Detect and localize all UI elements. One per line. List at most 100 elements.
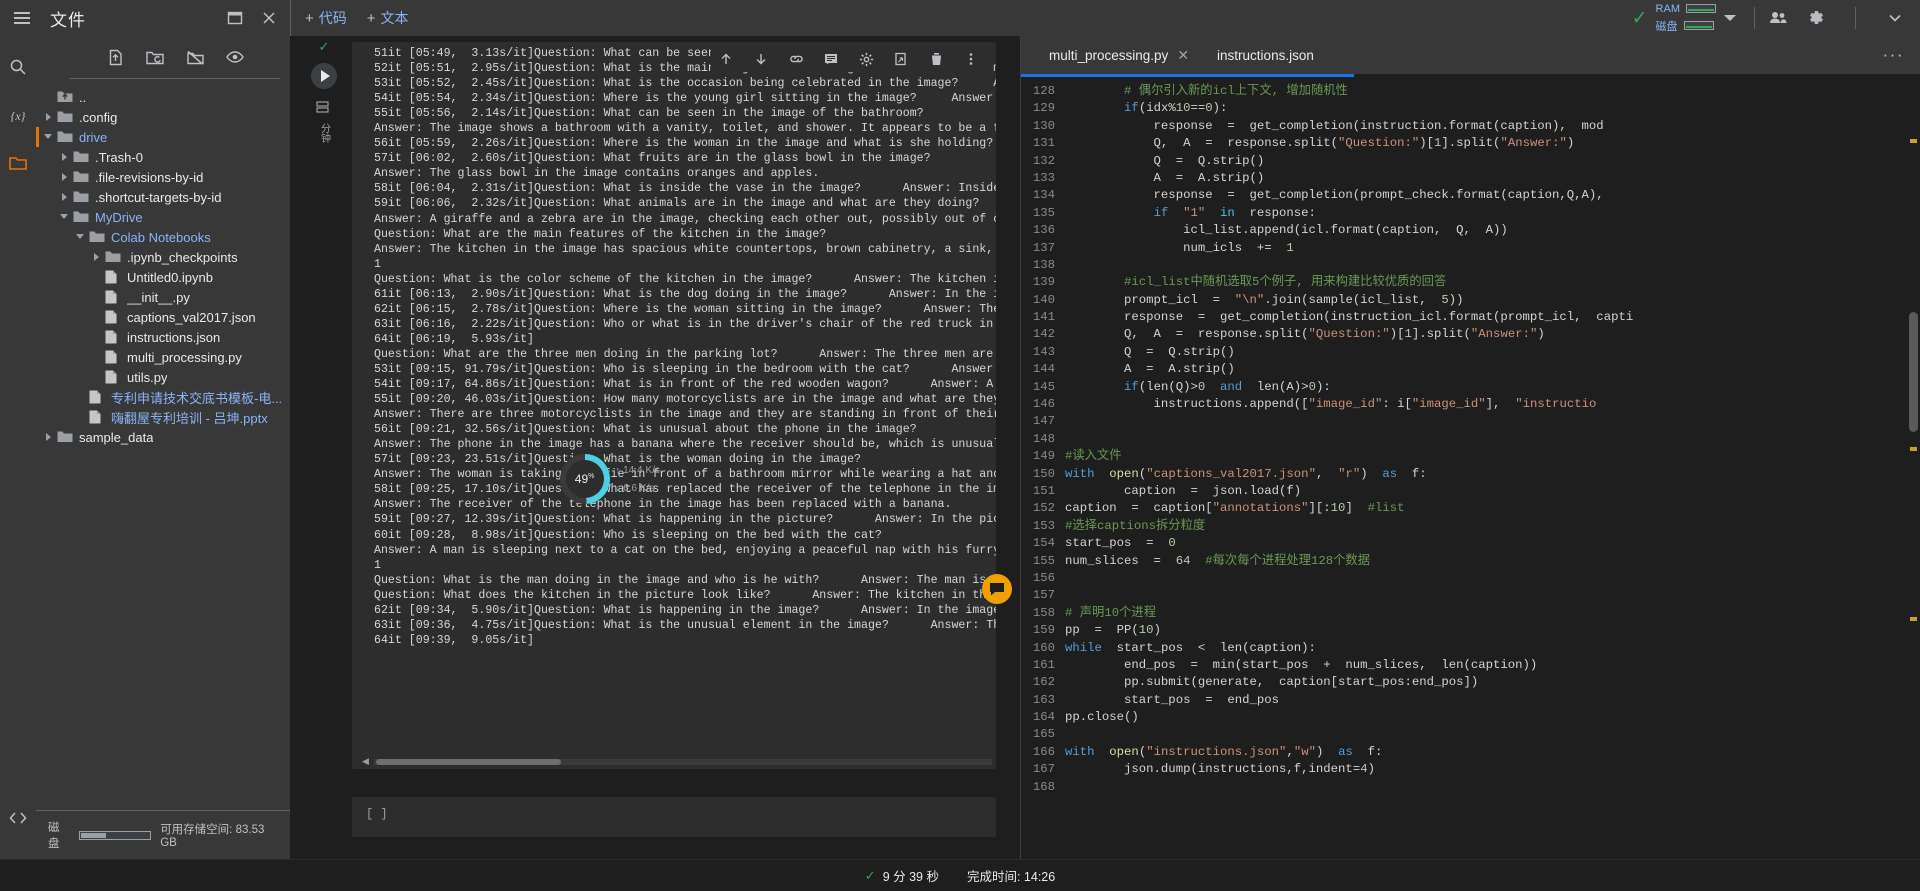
add-text-cell-button[interactable]: + 文本: [367, 8, 409, 28]
close-tab-icon[interactable]: ✕: [1177, 47, 1189, 64]
file-tree-item[interactable]: MyDrive: [36, 207, 290, 227]
upload-icon[interactable]: [104, 46, 126, 68]
file-tree-item[interactable]: captions_val2017.json: [36, 307, 290, 327]
code-line[interactable]: # 声明10个进程: [1065, 605, 1920, 622]
link-icon[interactable]: [785, 48, 807, 70]
chevron-right-icon[interactable]: [60, 152, 70, 162]
gear-icon[interactable]: [1805, 7, 1827, 29]
code-line[interactable]: caption = caption["annotations"][:10] #l…: [1065, 500, 1920, 517]
code-line[interactable]: # 偶尔引入新的icl上下文, 增加随机性: [1065, 83, 1920, 100]
code-content[interactable]: # 偶尔引入新的icl上下文, 增加随机性 if(idx%10==0): res…: [1063, 77, 1920, 859]
scrollbar-thumb[interactable]: [1909, 311, 1918, 432]
file-tree-item[interactable]: 嗨翻屋专利培训 - 吕坤.pptx: [36, 407, 290, 427]
file-tree-item[interactable]: Colab Notebooks: [36, 227, 290, 247]
scroll-left-arrow-icon[interactable]: ◀: [360, 756, 371, 767]
editor-tab[interactable]: multi_processing.py ✕: [1035, 36, 1203, 74]
refresh-folder-icon[interactable]: [144, 46, 166, 68]
scroll-down-icon[interactable]: [750, 48, 772, 70]
scroll-right-arrow-icon[interactable]: ▶: [995, 756, 996, 767]
add-code-cell-button[interactable]: + 代码: [305, 8, 347, 28]
output-horizontal-scrollbar[interactable]: ◀ ▶: [362, 756, 992, 767]
file-tree-item[interactable]: __init__.py: [36, 287, 290, 307]
code-line[interactable]: Q, A = response.split("Question:")[1].sp…: [1065, 135, 1920, 152]
code-line[interactable]: #读入文件: [1065, 448, 1920, 465]
code-line[interactable]: icl_list.append(icl.format(caption, Q, A…: [1065, 222, 1920, 239]
files-icon[interactable]: [7, 152, 29, 174]
code-line[interactable]: prompt_icl = "\n".join(sample(icl_list, …: [1065, 292, 1920, 309]
code-line[interactable]: [1065, 587, 1920, 604]
code-line[interactable]: pp.submit(generate, caption[start_pos:en…: [1065, 674, 1920, 691]
file-tree-item[interactable]: .config: [36, 107, 290, 127]
file-tree-item[interactable]: sample_data: [36, 427, 290, 447]
code-line[interactable]: A = A.strip(): [1065, 170, 1920, 187]
more-horiz-icon[interactable]: ···: [1883, 45, 1920, 65]
scrollbar-thumb[interactable]: [376, 759, 562, 765]
code-line[interactable]: [1065, 413, 1920, 430]
code-line[interactable]: start_pos = 0: [1065, 535, 1920, 552]
code-line[interactable]: with open("captions_val2017.json", "r") …: [1065, 466, 1920, 483]
dock-window-icon[interactable]: [224, 7, 246, 29]
code-line[interactable]: #icl_list中随机选取5个例子, 用来构建比较优质的回答: [1065, 274, 1920, 291]
code-line[interactable]: #选择captions拆分粒度: [1065, 518, 1920, 535]
code-line[interactable]: json.dump(instructions,f,indent=4): [1065, 761, 1920, 778]
code-line[interactable]: num_slices = 64 #每次每个进程处理128个数据: [1065, 553, 1920, 570]
code-line[interactable]: while start_pos < len(caption):: [1065, 640, 1920, 657]
code-line[interactable]: [1065, 726, 1920, 743]
editor-tab[interactable]: instructions.json: [1203, 36, 1328, 74]
mount-drive-icon[interactable]: [184, 46, 206, 68]
search-icon[interactable]: [7, 56, 29, 78]
settings-icon[interactable]: [855, 48, 877, 70]
stacked-cells-icon[interactable]: [315, 99, 333, 117]
code-line[interactable]: response = get_completion(instruction.fo…: [1065, 118, 1920, 135]
file-tree-item[interactable]: .file-revisions-by-id: [36, 167, 290, 187]
code-line[interactable]: [1065, 257, 1920, 274]
variables-icon[interactable]: {x}: [7, 104, 29, 126]
chevron-right-icon[interactable]: [60, 172, 70, 182]
file-tree-item[interactable]: utils.py: [36, 367, 290, 387]
file-tree-item[interactable]: .shortcut-targets-by-id: [36, 187, 290, 207]
chevron-down-icon[interactable]: [1724, 15, 1736, 21]
file-tree-item[interactable]: drive: [36, 127, 290, 147]
code-line[interactable]: [1065, 570, 1920, 587]
file-tree-item[interactable]: ..: [36, 87, 290, 107]
chevron-down-icon[interactable]: [76, 232, 86, 242]
file-tree-item[interactable]: .ipynb_checkpoints: [36, 247, 290, 267]
open-in-new-icon[interactable]: [890, 48, 912, 70]
chevron-down-icon[interactable]: [44, 132, 54, 142]
code-line[interactable]: caption = json.load(f): [1065, 483, 1920, 500]
chevron-right-icon[interactable]: [60, 192, 70, 202]
code-line[interactable]: pp.close(): [1065, 709, 1920, 726]
file-tree-item[interactable]: 专利申请技术交底书模板-电...: [36, 387, 290, 407]
editor-vertical-scrollbar[interactable]: [1907, 77, 1920, 859]
code-line[interactable]: [1065, 431, 1920, 448]
code-line[interactable]: instructions.append(["image_id": i["imag…: [1065, 396, 1920, 413]
file-tree-item[interactable]: multi_processing.py: [36, 347, 290, 367]
code-line[interactable]: start_pos = end_pos: [1065, 692, 1920, 709]
assistant-fab-button[interactable]: [982, 574, 1012, 604]
code-line[interactable]: if(idx%10==0):: [1065, 100, 1920, 117]
code-line[interactable]: Q = Q.strip(): [1065, 344, 1920, 361]
chevron-right-icon[interactable]: [44, 432, 54, 442]
close-icon[interactable]: [258, 7, 280, 29]
delete-icon[interactable]: [925, 48, 947, 70]
code-line[interactable]: Q = Q.strip(): [1065, 153, 1920, 170]
scroll-up-icon[interactable]: [715, 48, 737, 70]
more-vert-icon[interactable]: [960, 48, 982, 70]
chevron-right-icon[interactable]: [92, 252, 102, 262]
code-line[interactable]: response = get_completion(prompt_check.f…: [1065, 187, 1920, 204]
code-line[interactable]: [1065, 779, 1920, 796]
file-tree-item[interactable]: .Trash-0: [36, 147, 290, 167]
code-line[interactable]: with open("instructions.json","w") as f:: [1065, 744, 1920, 761]
eye-icon[interactable]: [224, 46, 246, 68]
code-line[interactable]: response = get_completion(instruction_ic…: [1065, 309, 1920, 326]
people-icon[interactable]: [1767, 7, 1789, 29]
chevron-down-icon[interactable]: [1884, 7, 1906, 29]
code-line[interactable]: if(len(Q)>0 and len(A)>0):: [1065, 379, 1920, 396]
run-cell-button[interactable]: [311, 63, 337, 89]
file-tree-item[interactable]: Untitled0.ipynb: [36, 267, 290, 287]
runtime-resources[interactable]: ✓ RAM 磁盘: [1632, 3, 1736, 34]
code-line[interactable]: A = A.strip(): [1065, 361, 1920, 378]
chevron-down-icon[interactable]: [60, 212, 70, 222]
comment-icon[interactable]: [820, 48, 842, 70]
code-line[interactable]: pp = PP(10): [1065, 622, 1920, 639]
